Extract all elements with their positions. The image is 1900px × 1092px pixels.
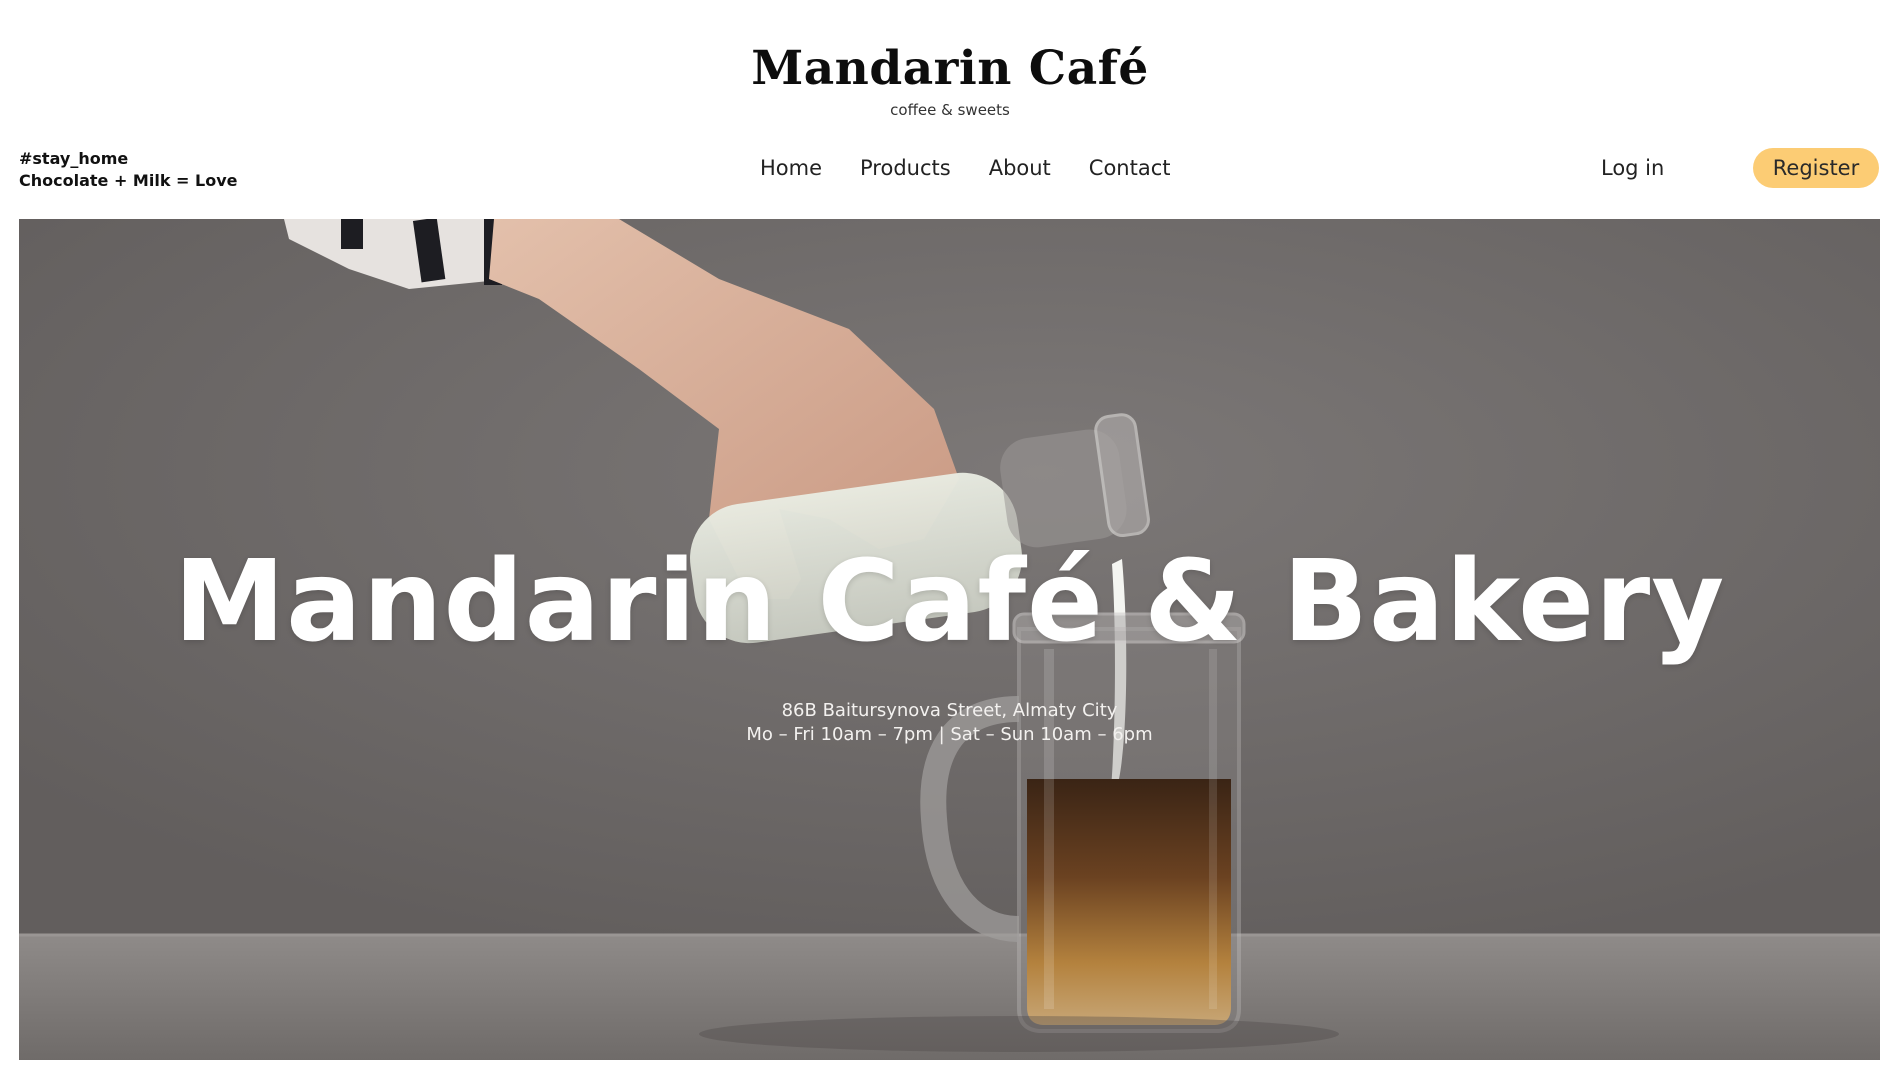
hero-banner: Mandarin Café & Bakery 86B Baitursynova … (19, 219, 1880, 1060)
site-subtitle: coffee & sweets (890, 101, 1010, 119)
main-nav: Home Products About Contact (760, 153, 1171, 183)
hero-title: Mandarin Café & Bakery (173, 537, 1726, 667)
login-link[interactable]: Log in (1601, 153, 1664, 183)
nav-about-link[interactable]: About (989, 153, 1051, 183)
site-title: Mandarin Café (751, 41, 1149, 96)
hero-info: 86B Baitursynova Street, Almaty City Mo … (19, 699, 1880, 747)
nav-contact-link[interactable]: Contact (1089, 153, 1171, 183)
hero-address: 86B Baitursynova Street, Almaty City (781, 700, 1118, 721)
nav-products-link[interactable]: Products (860, 153, 951, 183)
tagline: #stay_home Chocolate + Milk = Love (19, 148, 237, 192)
hero-hours: Mo – Fri 10am – 7pm | Sat – Sun 10am – 6… (746, 724, 1153, 745)
site-brand: Mandarin Café coffee & sweets (0, 38, 1900, 120)
register-button[interactable]: Register (1753, 148, 1879, 188)
nav-home-link[interactable]: Home (760, 153, 822, 183)
tagline-motto: Chocolate + Milk = Love (19, 171, 238, 190)
tagline-hashtag: #stay_home (19, 149, 129, 168)
